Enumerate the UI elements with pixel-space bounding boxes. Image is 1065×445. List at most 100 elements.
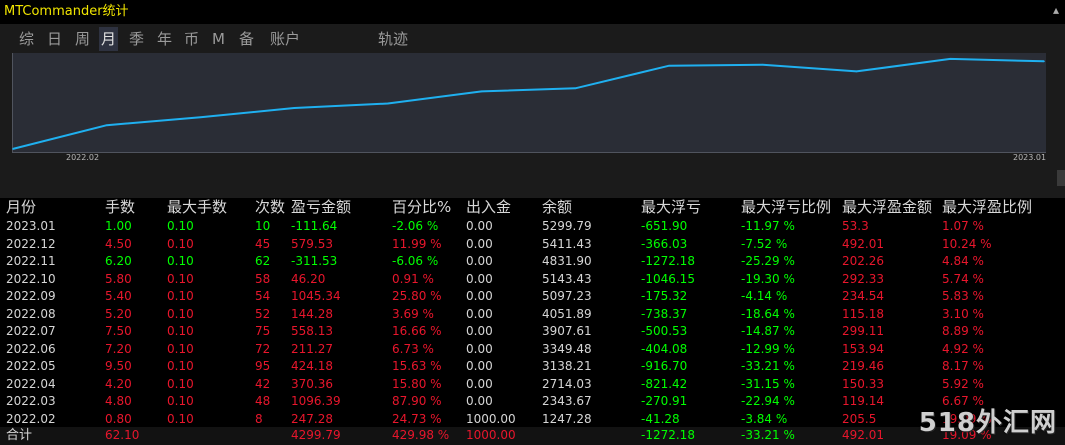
cell-balance: 5299.79	[542, 219, 592, 233]
cell-max-dd-pct: -22.94 %	[741, 394, 795, 408]
cell-io: 1000.00	[466, 411, 516, 426]
cell-month: 2022.05	[6, 359, 56, 373]
col-max-dd-pct: 最大浮亏比例	[741, 198, 832, 216]
cell-max-fp-pct: 5.92 %	[942, 376, 984, 391]
table-row[interactable]: 2022.08 5.20 0.10 52 144.28 3.69 % 0.00 4051.89…	[0, 306, 1065, 324]
table-row[interactable]: 2022.06 7.20 0.10 72 211.27 6.73 % 0.00 3349.48…	[0, 341, 1065, 359]
tab-currency[interactable]: 币	[182, 27, 201, 51]
total-row: 合计 62.10 4299.79 429.98 % 1000.00 -1272.…	[0, 427, 1065, 445]
table-row[interactable]: 2022.03 4.80 0.10 48 1096.39 87.90 % 0.00 2343.…	[0, 393, 1065, 411]
cell-max-lots: 0.10	[167, 254, 194, 268]
table-row[interactable]: 2022.12 4.50 0.10 45 579.53 11.99 % 0.00 5411.4…	[0, 236, 1065, 254]
cell-count: 75	[255, 324, 271, 338]
cell-max-fp-pct: 4.92 %	[942, 341, 984, 356]
table-row[interactable]: 2023.01 1.00 0.10 10 -111.64 -2.06 % 0.00 5299.…	[0, 218, 1065, 236]
tab-account[interactable]: 账户	[268, 27, 302, 51]
cell-max-dd: -821.42	[641, 376, 688, 391]
cell-max-fp: 205.5	[842, 411, 877, 426]
cell-month: 2022.02	[6, 411, 56, 426]
tab-track[interactable]: 轨迹	[376, 27, 410, 51]
cell-max-lots: 0.10	[167, 394, 194, 408]
table-row[interactable]: 2022.02 0.80 0.10 8 247.28 24.73 % 1000.00 1247…	[0, 411, 1065, 429]
cell-io: 0.00	[466, 289, 493, 303]
table-row[interactable]: 2022.11 6.20 0.10 62 -311.53 -6.06 % 0.00 4831.…	[0, 253, 1065, 271]
cell-max-dd-pct: -19.30 %	[741, 271, 795, 286]
cell-max-dd: -651.90	[641, 219, 688, 233]
cell-count: 42	[255, 376, 271, 391]
cell-lots: 0.80	[105, 411, 132, 426]
data-point-2022.03	[105, 124, 108, 127]
cell-count: 72	[255, 341, 271, 356]
tab-quarter[interactable]: 季	[127, 27, 146, 51]
cell-month: 2022.03	[6, 394, 56, 408]
tab-overview[interactable]: 综	[17, 27, 36, 51]
cell-max-fp: 153.94	[842, 341, 884, 356]
col-pnl: 盈亏金额	[291, 198, 352, 216]
cell-count: 10	[255, 219, 271, 233]
panel-scrollbar[interactable]	[1057, 170, 1065, 186]
cell-pnl: 424.18	[291, 359, 333, 373]
cell-pct: 25.80 %	[392, 289, 442, 303]
tab-notes[interactable]: 备	[237, 27, 256, 51]
total-label: 合计	[6, 428, 33, 443]
cell-max-lots: 0.10	[167, 289, 194, 303]
cell-max-fp: 150.33	[842, 376, 884, 391]
tab-day[interactable]: 日	[45, 27, 64, 51]
tab-month[interactable]: 月	[99, 27, 119, 51]
cell-io: 0.00	[466, 324, 493, 338]
table-row[interactable]: 2022.07 7.50 0.10 75 558.13 16.66 % 0.00 3907.6…	[0, 323, 1065, 341]
tab-m[interactable]: M	[210, 27, 227, 51]
cell-balance: 4051.89	[542, 306, 592, 321]
col-max-dd: 最大浮亏	[641, 198, 702, 216]
data-point-2022.02	[12, 148, 14, 150]
total-max-dd-pct: -33.21 %	[741, 428, 795, 442]
collapse-arrow-icon[interactable]: ▴	[1053, 3, 1059, 17]
cell-io: 0.00	[466, 341, 493, 356]
data-point-2022.05	[293, 107, 295, 109]
col-count: 次数	[255, 198, 286, 216]
total-max-fp: 492.01	[842, 428, 884, 442]
cell-pct: 15.80 %	[392, 376, 442, 391]
cell-lots: 5.20	[105, 306, 132, 321]
total-pct: 429.98 %	[392, 428, 450, 442]
cell-balance: 3907.61	[542, 324, 592, 338]
cell-balance: 2343.67	[542, 394, 592, 408]
balance-points	[12, 58, 1045, 150]
data-point-2022.09	[668, 64, 670, 67]
cell-max-dd: -916.70	[641, 359, 688, 373]
cell-io: 0.00	[466, 306, 493, 321]
cell-io: 0.00	[466, 271, 493, 286]
cell-count: 45	[255, 236, 271, 251]
cell-month: 2022.04	[6, 376, 56, 391]
cell-max-fp: 202.26	[842, 254, 884, 268]
col-max-fp: 最大浮盈金额	[842, 198, 933, 216]
cell-lots: 1.00	[105, 219, 132, 233]
cell-max-lots: 0.10	[167, 341, 194, 356]
cell-pnl: 558.13	[291, 324, 333, 338]
table-row[interactable]: 2022.10 5.80 0.10 58 46.20 0.91 % 0.00 5143.43 -…	[0, 271, 1065, 289]
cell-io: 0.00	[466, 394, 493, 408]
cell-pnl: -111.64	[291, 219, 338, 233]
cell-max-fp-pct: 5.83 %	[942, 289, 984, 303]
tab-week[interactable]: 周	[73, 27, 92, 51]
cell-max-lots: 0.10	[167, 324, 194, 338]
cell-max-dd-pct: -11.97 %	[741, 219, 795, 233]
data-point-2022.04	[199, 116, 202, 119]
cell-max-fp: 234.54	[842, 289, 884, 303]
col-balance: 余额	[542, 198, 573, 216]
cell-pnl: 211.27	[291, 341, 333, 356]
col-io: 出入金	[466, 198, 512, 216]
tab-year[interactable]: 年	[155, 27, 174, 51]
table-row[interactable]: 2022.05 9.50 0.10 95 424.18 15.63 % 0.00 3138.2…	[0, 358, 1065, 376]
col-pct: 百分比%	[392, 198, 452, 216]
data-point-2022.08	[574, 87, 577, 90]
cell-lots: 5.80	[105, 271, 132, 286]
cell-max-fp-pct: 10.24 %	[942, 236, 992, 251]
table-row[interactable]: 2022.09 5.40 0.10 54 1045.34 25.80 % 0.00 5097.…	[0, 288, 1065, 306]
cell-balance: 2714.03	[542, 376, 592, 391]
cell-lots: 4.80	[105, 394, 132, 408]
table-row[interactable]: 2022.04 4.20 0.10 42 370.36 15.80 % 0.00 2714.0…	[0, 376, 1065, 394]
cell-max-dd: -270.91	[641, 394, 688, 408]
data-point-2022.07	[480, 90, 483, 93]
cell-lots: 5.40	[105, 289, 132, 303]
